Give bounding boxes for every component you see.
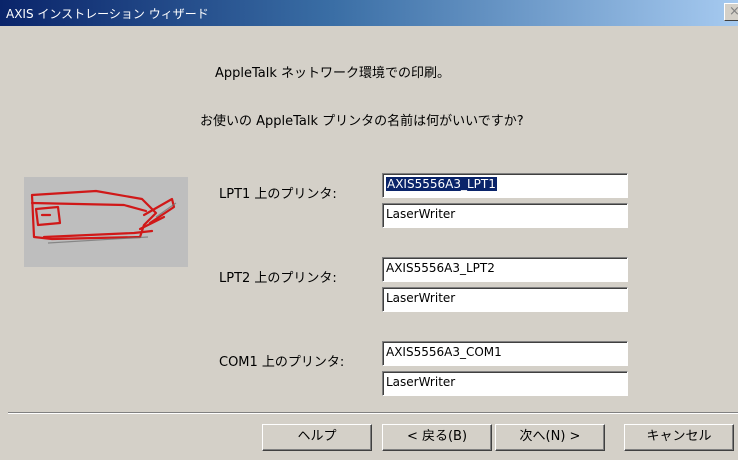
printer-type-field-lpt1[interactable]: LaserWriter (382, 203, 628, 228)
cancel-button[interactable]: キャンセル (624, 424, 734, 451)
back-button[interactable]: < 戻る(B) (382, 424, 492, 451)
question-text: お使いの AppleTalk プリンタの名前は何がいいですか? (200, 114, 524, 129)
window-title: AXIS インストレーション ウィザード (6, 7, 209, 21)
close-button[interactable]: × (724, 3, 738, 21)
intro-text: AppleTalk ネットワーク環境での印刷。 (215, 66, 451, 81)
title-bar[interactable]: AXIS インストレーション ウィザード × (0, 0, 738, 26)
button-separator (8, 412, 738, 414)
help-button[interactable]: ヘルプ (262, 424, 372, 451)
printer-label-com1: COM1 上のプリンタ: (219, 355, 345, 370)
close-icon: × (729, 4, 738, 19)
printer-name-field-lpt2[interactable]: AXIS5556A3_LPT2 (382, 257, 628, 282)
printer-type-value: LaserWriter (386, 207, 456, 221)
printer-name-value: AXIS5556A3_LPT1 (386, 177, 497, 191)
printer-type-value: LaserWriter (386, 291, 456, 305)
printer-label-lpt2: LPT2 上のプリンタ: (219, 271, 337, 286)
wizard-window: AXIS インストレーション ウィザード × AppleTalk ネットワーク環… (0, 0, 738, 460)
printer-name-field-lpt1[interactable]: AXIS5556A3_LPT1 (382, 173, 628, 198)
printer-icon (30, 189, 177, 244)
printer-type-value: LaserWriter (386, 375, 456, 389)
next-button[interactable]: 次へ(N) > (495, 424, 605, 451)
printer-name-field-com1[interactable]: AXIS5556A3_COM1 (382, 341, 628, 366)
printer-name-value: AXIS5556A3_LPT2 (386, 261, 495, 275)
printer-label-lpt1: LPT1 上のプリンタ: (219, 187, 337, 202)
printer-name-value: AXIS5556A3_COM1 (386, 345, 502, 359)
printer-type-field-lpt2[interactable]: LaserWriter (382, 287, 628, 312)
printer-type-field-com1[interactable]: LaserWriter (382, 371, 628, 396)
printer-illustration (24, 177, 188, 267)
